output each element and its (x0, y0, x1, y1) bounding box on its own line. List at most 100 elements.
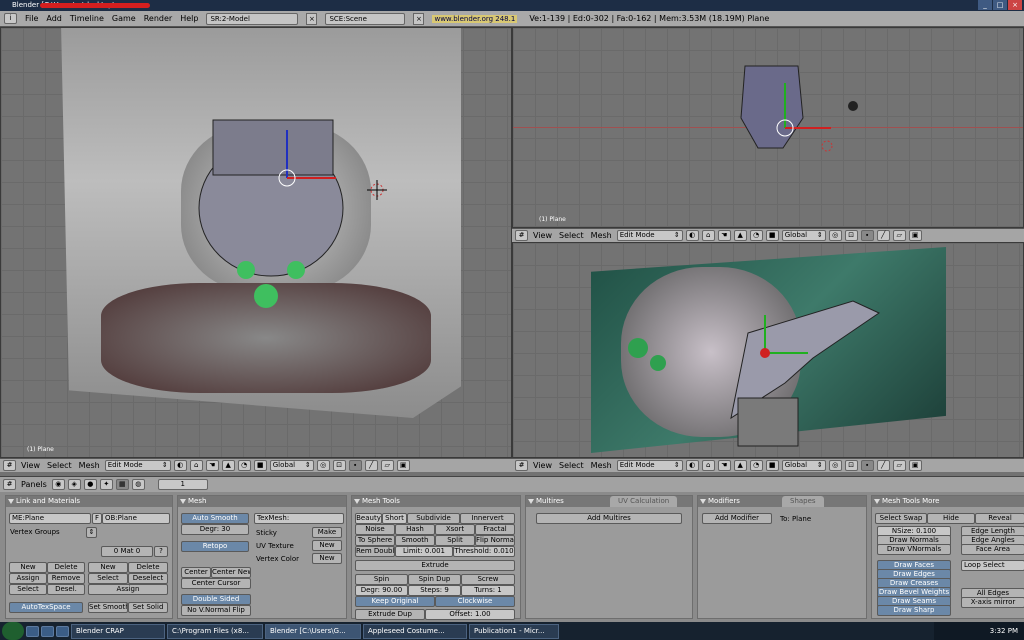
clockwise-toggle[interactable]: Clockwise (435, 596, 515, 607)
add-modifier-button[interactable]: Add Modifier (702, 513, 772, 524)
draw-type-icon[interactable]: ◐ (173, 460, 187, 471)
object-name-field[interactable]: OB:Plane (102, 513, 170, 524)
close-button[interactable]: × (1008, 0, 1022, 10)
editing-icon[interactable]: ▦ (115, 479, 129, 490)
auto-smooth-toggle[interactable]: Auto Smooth (181, 513, 249, 524)
taskbar-item-blender[interactable]: Blender [C:\Users\G... (265, 623, 361, 639)
auto-smooth-degr-field[interactable]: Degr: 30 (181, 524, 249, 535)
edge-select-icon[interactable]: ╱ (364, 460, 378, 471)
steps-field[interactable]: Steps: 9 (408, 585, 461, 596)
reveal-button[interactable]: Reveal (975, 513, 1024, 524)
start-button[interactable] (2, 622, 24, 640)
editor-type-icon[interactable]: # (515, 230, 528, 241)
scale-icon[interactable]: ■ (765, 230, 779, 241)
scene-icon[interactable]: ◍ (131, 479, 145, 490)
orientation-selector[interactable]: Global ⇕ (269, 460, 314, 471)
editor-type-icon[interactable]: # (3, 460, 16, 471)
mode-selector[interactable]: Edit Mode ⇕ (104, 460, 171, 471)
menu-render[interactable]: Render (144, 14, 172, 23)
editor-type-icon[interactable]: # (515, 460, 528, 471)
layer-icon[interactable]: ◎ (828, 460, 842, 471)
spin-button[interactable]: Spin (355, 574, 408, 585)
fractal-button[interactable]: Fractal (475, 524, 515, 535)
taskbar-item-appleseed[interactable]: Appleseed Costume... (363, 623, 467, 639)
draw-vnormals-toggle[interactable]: Draw VNormals (877, 544, 951, 555)
translate-icon[interactable]: ▲ (733, 460, 747, 471)
taskbar-item-cmd[interactable]: C:\Program Files (x8... (167, 623, 263, 639)
offset-field[interactable]: Offset: 1.00 (425, 609, 515, 620)
double-sided-toggle[interactable]: Double Sided (181, 594, 251, 605)
editor-type-icon[interactable]: i (4, 13, 17, 24)
material-select-button[interactable]: Select (88, 573, 128, 584)
select-menu[interactable]: Select (559, 231, 584, 240)
translate-icon[interactable]: ▲ (733, 230, 747, 241)
script-icon[interactable]: ◈ (67, 479, 81, 490)
vgroup-assign-button[interactable]: Assign (9, 573, 47, 584)
edge-select-icon[interactable]: ╱ (876, 230, 890, 241)
menu-game[interactable]: Game (112, 14, 136, 23)
scene-delete-button[interactable]: × (413, 12, 425, 25)
face-select-icon[interactable]: ▱ (892, 460, 906, 471)
scale-icon[interactable]: ■ (765, 460, 779, 471)
menu-timeline[interactable]: Timeline (70, 14, 104, 23)
scene-selector[interactable]: SCE:Scene (325, 12, 406, 25)
extrude-button[interactable]: Extrude (355, 560, 515, 571)
uv-texture-new-button[interactable]: New (312, 540, 342, 551)
rotate-icon[interactable]: ◔ (237, 460, 251, 471)
snap-icon[interactable]: ⊡ (332, 460, 346, 471)
spin-dup-button[interactable]: Spin Dup (408, 574, 461, 585)
vgroup-new-button[interactable]: New (9, 562, 47, 573)
view-menu[interactable]: View (533, 231, 552, 240)
render-icon[interactable]: ▣ (908, 230, 922, 241)
autotexspace-toggle[interactable]: AutoTexSpace (9, 602, 83, 613)
short-toggle[interactable]: Short (382, 513, 407, 524)
snap-icon[interactable]: ⊡ (844, 230, 858, 241)
material-new-button[interactable]: New (88, 562, 128, 573)
vgroup-select-button[interactable]: Select (9, 584, 47, 595)
link-materials-tab[interactable]: Link and Materials (6, 496, 172, 507)
mesh-menu[interactable]: Mesh (591, 461, 612, 470)
vertex-select-icon[interactable]: ∙ (860, 230, 874, 241)
screen-selector[interactable]: SR:2-Model (206, 12, 299, 25)
scale-icon[interactable]: ■ (253, 460, 267, 471)
select-menu[interactable]: Select (559, 461, 584, 470)
orientation-selector[interactable]: Global ⇕ (781, 460, 826, 471)
viewport-top-right[interactable]: (1) Plane (512, 27, 1024, 228)
retopo-toggle[interactable]: Retopo (181, 541, 249, 552)
maximize-button[interactable]: □ (993, 0, 1007, 10)
mesh-tab[interactable]: Mesh (178, 496, 346, 507)
menu-add[interactable]: Add (46, 14, 62, 23)
vgroup-desel-button[interactable]: Desel. (47, 584, 85, 595)
shading-icon[interactable]: ● (83, 479, 97, 490)
face-select-icon[interactable]: ▱ (892, 230, 906, 241)
material-index-field[interactable]: 0 Mat 0 (101, 546, 153, 557)
menu-help[interactable]: Help (180, 14, 198, 23)
draw-sharp-toggle[interactable]: Draw Sharp (877, 605, 951, 616)
mesh-menu[interactable]: Mesh (591, 231, 612, 240)
subdivide-button[interactable]: Subdivide (407, 513, 460, 524)
face-area-toggle[interactable]: Face Area (961, 544, 1024, 555)
texmesh-field[interactable]: TexMesh: (254, 513, 344, 524)
sticky-make-button[interactable]: Make (312, 527, 342, 538)
editor-type-icon[interactable]: # (3, 479, 16, 490)
rotate-icon[interactable]: ◔ (749, 230, 763, 241)
no-v-normal-flip-toggle[interactable]: No V.Normal Flip (181, 605, 251, 616)
frame-field[interactable]: 1 (157, 479, 208, 490)
hide-button[interactable]: Hide (927, 513, 975, 524)
innervert-button[interactable]: Innervert (460, 513, 515, 524)
select-menu[interactable]: Select (47, 461, 72, 470)
select-swap-button[interactable]: Select Swap (875, 513, 927, 524)
switch-windows-icon[interactable] (56, 625, 69, 637)
rotate-icon[interactable]: ◔ (749, 460, 763, 471)
mode-selector[interactable]: Edit Mode ⇕ (616, 230, 683, 241)
material-help-button[interactable]: ? (154, 546, 168, 557)
hand-icon[interactable]: ☚ (717, 230, 731, 241)
mode-selector[interactable]: Edit Mode ⇕ (616, 460, 683, 471)
split-button[interactable]: Split (435, 535, 475, 546)
draw-type-icon[interactable]: ◐ (685, 460, 699, 471)
fake-user-button[interactable]: F (92, 513, 102, 524)
hand-icon[interactable]: ☚ (717, 460, 731, 471)
pivot-icon[interactable]: ⌂ (189, 460, 203, 471)
mesh-menu[interactable]: Mesh (79, 461, 100, 470)
ie-icon[interactable] (41, 625, 54, 637)
